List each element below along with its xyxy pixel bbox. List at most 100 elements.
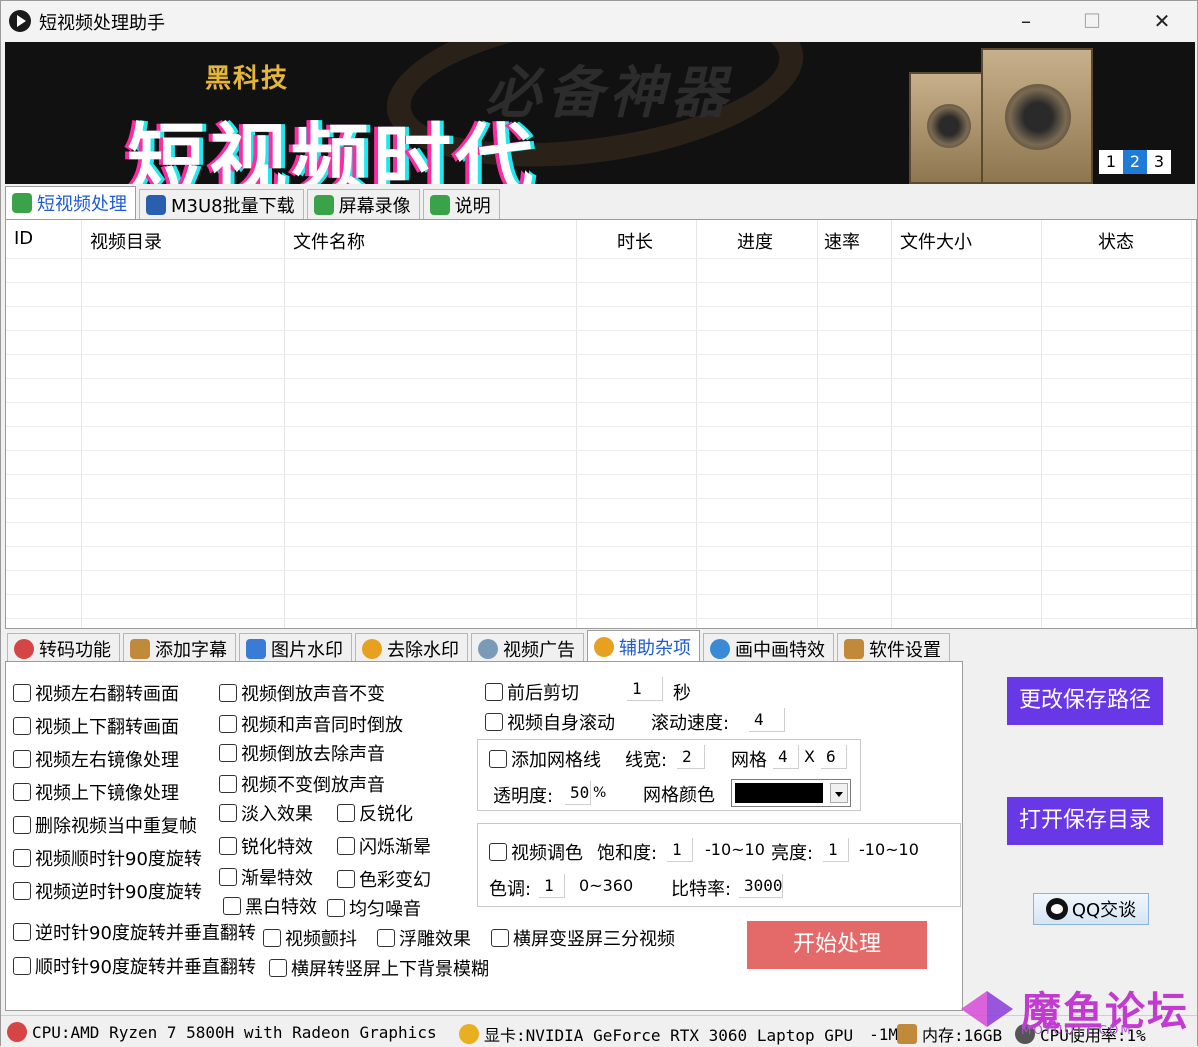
- column-header-status[interactable]: 状态: [1098, 228, 1134, 254]
- ad-banner[interactable]: 必备神器 黑科技 短视频时代 1 2 3: [5, 42, 1195, 184]
- checkbox-box[interactable]: [337, 870, 355, 888]
- checkbox-box[interactable]: [485, 683, 503, 701]
- close-button[interactable]: ✕: [1139, 5, 1185, 37]
- flip-lr-checkbox[interactable]: 视频左右翻转画面: [13, 680, 179, 706]
- line-width-input[interactable]: 2: [677, 745, 705, 769]
- trim-checkbox[interactable]: 前后剪切: [485, 679, 579, 705]
- ccw-flip-checkbox[interactable]: 逆时针90度旋转并垂直翻转: [13, 919, 256, 945]
- grid-lines-checkbox[interactable]: 添加网格线: [489, 746, 601, 772]
- column-header-rate[interactable]: 速率: [824, 228, 860, 254]
- checkbox-box[interactable]: [13, 882, 31, 900]
- color-fantasy-checkbox[interactable]: 色彩变幻: [337, 866, 431, 892]
- tab-m3u8-download[interactable]: M3U8批量下载: [139, 189, 304, 219]
- rotate-ccw-checkbox[interactable]: 视频逆时针90度旋转: [13, 878, 202, 904]
- reverse-keep-audio-checkbox[interactable]: 视频倒放声音不变: [219, 680, 385, 706]
- checkbox-box[interactable]: [223, 897, 241, 915]
- tab-pip-effects[interactable]: 画中画特效: [703, 633, 834, 663]
- checkbox-box[interactable]: [489, 750, 507, 768]
- reverse-both-checkbox[interactable]: 视频和声音同时倒放: [219, 711, 403, 737]
- checkbox-box[interactable]: [263, 929, 281, 947]
- column-header-dir[interactable]: 视频目录: [90, 228, 162, 254]
- bitrate-input[interactable]: 3000: [739, 874, 783, 898]
- checkbox-box[interactable]: [219, 868, 237, 886]
- checkbox-box[interactable]: [219, 744, 237, 762]
- column-header-id[interactable]: ID: [14, 228, 33, 249]
- audio-reverse-checkbox[interactable]: 视频不变倒放声音: [219, 771, 385, 797]
- checkbox-box[interactable]: [337, 837, 355, 855]
- tab-video-ad[interactable]: 视频广告: [471, 633, 584, 663]
- banner-page-3[interactable]: 3: [1147, 150, 1171, 174]
- checkbox-box[interactable]: [491, 929, 509, 947]
- video-list-grid[interactable]: ID 视频目录 文件名称 时长 进度 速率 文件大小 状态: [5, 219, 1197, 629]
- tab-short-video[interactable]: 短视频处理: [5, 186, 136, 219]
- tab-transcode[interactable]: 转码功能: [7, 633, 120, 663]
- trim-seconds-input[interactable]: 1: [627, 677, 663, 701]
- checkbox-box[interactable]: [13, 750, 31, 768]
- checkbox-box[interactable]: [489, 843, 507, 861]
- grid-cols-input[interactable]: 4: [773, 745, 799, 769]
- tab-misc[interactable]: 辅助杂项: [587, 630, 700, 663]
- rotate-cw-checkbox[interactable]: 视频顺时针90度旋转: [13, 845, 202, 871]
- column-header-duration[interactable]: 时长: [617, 228, 653, 254]
- tab-image-watermark[interactable]: 图片水印: [239, 633, 352, 663]
- checkbox-box[interactable]: [219, 775, 237, 793]
- checkbox-box[interactable]: [13, 849, 31, 867]
- column-header-filesize[interactable]: 文件大小: [900, 228, 972, 254]
- checkbox-box[interactable]: [219, 804, 237, 822]
- self-scroll-checkbox[interactable]: 视频自身滚动: [485, 709, 615, 735]
- sharpen-checkbox[interactable]: 锐化特效: [219, 833, 313, 859]
- minimize-button[interactable]: –: [1003, 5, 1049, 37]
- qq-chat-button[interactable]: QQ交谈: [1033, 893, 1149, 925]
- flash-vignette-checkbox[interactable]: 闪烁渐晕: [337, 833, 431, 859]
- remove-dup-frames-checkbox[interactable]: 删除视频当中重复帧: [13, 812, 197, 838]
- checkbox-box[interactable]: [269, 959, 287, 977]
- emboss-checkbox[interactable]: 浮雕效果: [377, 925, 471, 951]
- blur-bg-checkbox[interactable]: 横屏转竖屏上下背景模糊: [269, 955, 489, 981]
- checkbox-box[interactable]: [13, 717, 31, 735]
- scroll-speed-input[interactable]: 4: [749, 708, 785, 732]
- fade-in-checkbox[interactable]: 淡入效果: [219, 800, 313, 826]
- flip-ud-checkbox[interactable]: 视频上下翻转画面: [13, 713, 179, 739]
- cw-flip-checkbox[interactable]: 顺时针90度旋转并垂直翻转: [13, 953, 256, 979]
- start-process-button[interactable]: 开始处理: [747, 921, 927, 969]
- color-adjust-checkbox[interactable]: 视频调色: [489, 839, 583, 865]
- vignette-checkbox[interactable]: 渐晕特效: [219, 864, 313, 890]
- brightness-input[interactable]: 1: [823, 838, 849, 862]
- grid-rows-input[interactable]: 6: [821, 745, 847, 769]
- checkbox-box[interactable]: [485, 713, 503, 731]
- checkbox-box[interactable]: [13, 816, 31, 834]
- mirror-ud-checkbox[interactable]: 视频上下镜像处理: [13, 779, 179, 805]
- column-header-filename[interactable]: 文件名称: [293, 228, 365, 254]
- opacity-input[interactable]: 50: [565, 781, 591, 805]
- change-save-path-button[interactable]: 更改保存路径: [1007, 677, 1163, 725]
- banner-page-1[interactable]: 1: [1099, 150, 1123, 174]
- checkbox-box[interactable]: [377, 929, 395, 947]
- column-header-progress[interactable]: 进度: [737, 228, 773, 254]
- checkbox-box[interactable]: [219, 837, 237, 855]
- banner-page-2[interactable]: 2: [1123, 150, 1147, 174]
- shake-checkbox[interactable]: 视频颤抖: [263, 925, 357, 951]
- tab-remove-watermark[interactable]: 去除水印: [355, 633, 468, 663]
- tab-subtitle[interactable]: 添加字幕: [123, 633, 236, 663]
- saturation-input[interactable]: 1: [667, 838, 693, 862]
- reverse-mute-checkbox[interactable]: 视频倒放去除声音: [219, 740, 385, 766]
- tab-settings[interactable]: 软件设置: [837, 633, 950, 663]
- hue-input[interactable]: 1: [539, 874, 565, 898]
- open-save-dir-button[interactable]: 打开保存目录: [1007, 797, 1163, 845]
- chevron-down-icon[interactable]: [830, 783, 848, 803]
- three-split-checkbox[interactable]: 横屏变竖屏三分视频: [491, 925, 675, 951]
- noise-checkbox[interactable]: 均匀噪音: [327, 895, 421, 921]
- checkbox-box[interactable]: [219, 715, 237, 733]
- checkbox-box[interactable]: [13, 957, 31, 975]
- maximize-button[interactable]: ☐: [1069, 5, 1115, 37]
- grid-color-select[interactable]: [731, 779, 851, 807]
- black-white-checkbox[interactable]: 黑白特效: [223, 893, 317, 919]
- checkbox-box[interactable]: [327, 899, 345, 917]
- tab-help[interactable]: 说明: [422, 189, 500, 219]
- unsharpen-checkbox[interactable]: 反锐化: [337, 800, 413, 826]
- tab-screen-record[interactable]: 屏幕录像: [306, 189, 420, 219]
- mirror-lr-checkbox[interactable]: 视频左右镜像处理: [13, 746, 179, 772]
- checkbox-box[interactable]: [13, 923, 31, 941]
- checkbox-box[interactable]: [13, 684, 31, 702]
- checkbox-box[interactable]: [337, 804, 355, 822]
